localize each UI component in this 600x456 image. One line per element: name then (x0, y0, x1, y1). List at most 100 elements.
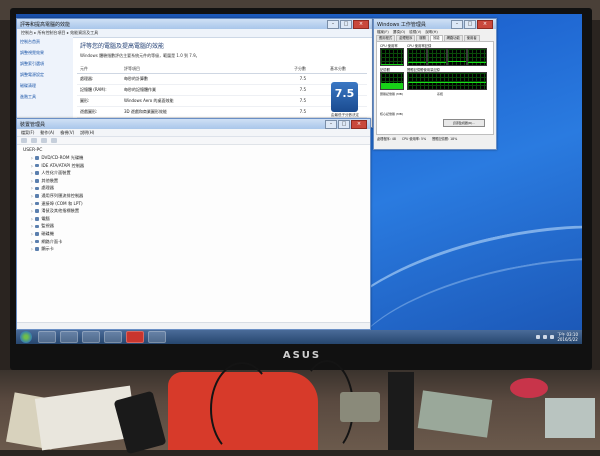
row-component: 處理器: (80, 76, 94, 81)
row-component: 記憶體 (RAM): (80, 87, 107, 92)
network-icon[interactable] (536, 335, 541, 339)
device-label: 人性化介面裝置 (41, 170, 71, 176)
maximize-button[interactable]: □ (338, 119, 350, 129)
list-item[interactable]: ▷ 處理器 (31, 185, 364, 191)
back-icon[interactable] (21, 138, 27, 143)
perf-side-link[interactable]: 磁碟清理 (20, 83, 70, 89)
perf-subheading: Windows 體驗指數評估主要系統元件的等級，範圍是 1.0 到 7.9。 (80, 53, 200, 58)
perf-side-link[interactable]: 調整索引選項 (20, 61, 70, 67)
expand-arrow-icon[interactable]: ▷ (31, 232, 33, 236)
perf-heading: 評等您的電腦及提高電腦的效能 (80, 43, 165, 50)
menu-file[interactable]: 檔案(F) (21, 130, 34, 136)
row-rated: 3D 遊戲和商業圖形效能 (124, 109, 167, 114)
expand-arrow-icon[interactable]: ▷ (31, 179, 33, 183)
device-icon (35, 179, 40, 183)
taskbar-app-icon[interactable] (126, 331, 144, 343)
list-item[interactable]: ▷ 網路介面卡 (31, 239, 364, 245)
forward-icon[interactable] (31, 138, 37, 143)
menu-action[interactable]: 動作(A) (40, 130, 54, 136)
perf-side-link[interactable]: 進階工具 (20, 94, 70, 100)
device-tree-root[interactable]: USER-PC (23, 148, 364, 153)
expand-arrow-icon[interactable]: ▷ (31, 209, 33, 213)
maximize-button[interactable]: □ (464, 19, 476, 29)
list-item[interactable]: ▷ 電腦 (31, 216, 364, 222)
list-item[interactable]: ▷ 通用序列匯流排控制器 (31, 193, 364, 199)
close-button[interactable]: × (477, 19, 493, 29)
menu-help[interactable]: 說明(H) (425, 30, 437, 35)
memory-fill (381, 83, 403, 89)
cpu-usage-gauge (380, 48, 404, 66)
row-subscore: 7.5 (299, 98, 306, 103)
expand-arrow-icon[interactable]: ▷ (31, 194, 33, 198)
expand-arrow-icon[interactable]: ▷ (31, 240, 33, 244)
monitor-screen: 評等和提高電腦的效能 – □ × 控制台 ▸ 所有控制台項目 ▸ 效能資訊及工具… (16, 14, 582, 344)
expand-arrow-icon[interactable]: ▷ (31, 224, 33, 228)
cpu-history-line (448, 61, 466, 62)
expand-arrow-icon[interactable]: ▷ (31, 171, 33, 175)
row-component: 遊戲圖形: (80, 109, 98, 114)
cpu-history-line (428, 62, 446, 63)
minimize-button[interactable]: – (327, 19, 339, 29)
device-icon (35, 239, 40, 244)
expand-arrow-icon[interactable]: ▷ (31, 156, 33, 160)
list-item[interactable]: ▷ 滑鼠及其他指標裝置 (31, 208, 364, 214)
task-manager-window: Windows 工作管理員 – □ × 檔案(F) 選項(O) 檢視(V) 說明… (373, 18, 497, 150)
list-item[interactable]: ▷ 連接埠 (COM 和 LPT) (31, 201, 364, 207)
device-icon (35, 217, 40, 221)
device-icon (35, 232, 40, 236)
list-item[interactable]: ▷ 人性化介面裝置 (31, 170, 364, 176)
list-item[interactable]: ▷ 磁碟機 (31, 231, 364, 237)
perf-window-title: 評等和提高電腦的效能 (20, 21, 71, 28)
menu-options[interactable]: 選項(O) (393, 30, 406, 35)
close-button[interactable]: × (351, 119, 367, 129)
start-button[interactable] (20, 331, 32, 343)
monitor-stand (388, 372, 414, 450)
list-item[interactable]: ▷ 監視器 (31, 223, 364, 229)
device-icon (35, 171, 40, 175)
help-icon[interactable] (51, 138, 57, 143)
perf-side-link[interactable]: 調整電源設定 (20, 72, 70, 78)
close-button[interactable]: × (353, 19, 369, 29)
list-item[interactable]: ▷ DVD/CD-ROM 光碟機 (31, 155, 364, 161)
menu-view[interactable]: 檢視(V) (409, 30, 421, 35)
device-icon (35, 156, 40, 160)
taskbar-explorer-icon[interactable] (60, 331, 78, 343)
expand-arrow-icon[interactable]: ▷ (31, 202, 33, 206)
list-item[interactable]: ▷ 顯示卡 (31, 246, 364, 252)
expand-arrow-icon[interactable]: ▷ (31, 164, 33, 168)
list-item[interactable]: ▷ 其他裝置 (31, 178, 364, 184)
menu-help[interactable]: 說明(H) (80, 130, 94, 136)
menu-file[interactable]: 檔案(F) (377, 30, 389, 35)
taskbar-media-icon[interactable] (82, 331, 100, 343)
kernel-memory-label: 核心記憶體 (MB) (380, 112, 403, 116)
maximize-button[interactable]: □ (340, 19, 352, 29)
volume-icon[interactable] (543, 335, 548, 339)
taskbar-ie-icon[interactable] (38, 331, 56, 343)
taskbar-clock[interactable]: 下午 03:10 2016/5/22 (557, 332, 578, 342)
minimize-button[interactable]: – (325, 119, 337, 129)
minimize-button[interactable]: – (451, 19, 463, 29)
expand-arrow-icon[interactable]: ▷ (31, 247, 33, 251)
devmgr-toolbar (17, 137, 370, 145)
device-icon (35, 163, 40, 168)
col-subscore: 子分數 (294, 66, 306, 71)
perf-sidebar: 控制台首頁 調整視覺效果 調整索引選項 調整電源設定 磁碟清理 進階工具 (17, 37, 73, 127)
row-rated: 每秒的計算數 (124, 76, 148, 81)
flag-icon[interactable] (550, 335, 555, 339)
device-label: 電腦 (41, 215, 50, 221)
device-label: 其他裝置 (41, 177, 59, 183)
expand-arrow-icon[interactable]: ▷ (31, 186, 33, 190)
properties-icon[interactable] (41, 138, 47, 143)
status-processes: 處理程序: 48 (377, 136, 396, 141)
perf-side-link[interactable]: 調整視覺效果 (20, 50, 70, 56)
resource-monitor-button[interactable]: 資源監視器(R)... (443, 119, 485, 127)
perf-side-link[interactable]: 控制台首頁 (20, 39, 70, 45)
list-item[interactable]: ▷ IDE ATA/ATAPI 控制器 (31, 163, 364, 169)
perf-main: 評等您的電腦及提高電腦的效能 Windows 體驗指數評估主要系統元件的等級，範… (77, 37, 367, 127)
menu-view[interactable]: 檢視(V) (60, 130, 74, 136)
device-icon (35, 209, 40, 213)
status-cpu: CPU 使用率: 5% (401, 136, 427, 141)
taskbar-control-panel-icon[interactable] (104, 331, 122, 343)
taskbar-task-manager-icon[interactable] (148, 331, 166, 343)
expand-arrow-icon[interactable]: ▷ (31, 217, 33, 221)
